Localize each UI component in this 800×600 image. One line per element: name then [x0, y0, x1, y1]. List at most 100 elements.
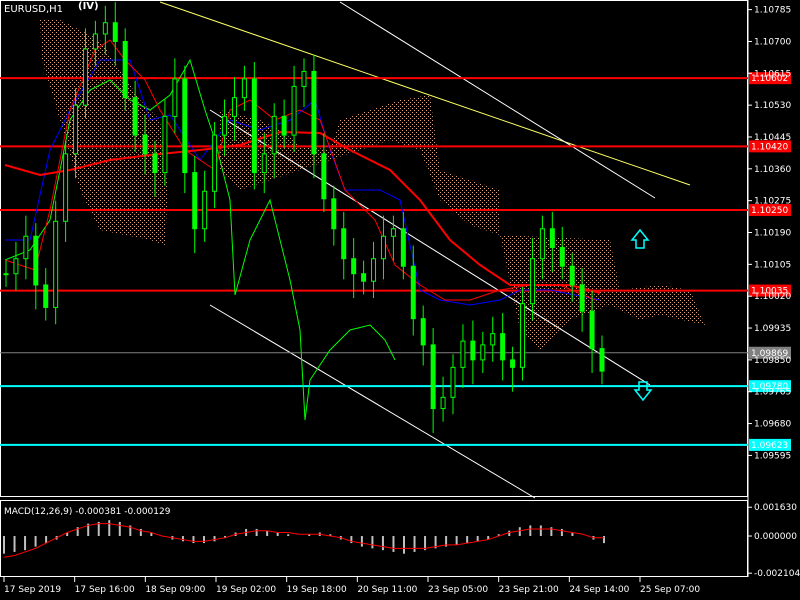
- time-tick-label: 23 Sep 05:00: [428, 585, 488, 595]
- candle-body: [410, 265, 416, 320]
- candle-body: [371, 258, 377, 282]
- candle-body: [490, 333, 496, 346]
- channel-line-lower: [209, 304, 536, 499]
- price-tick-label: 1.09935: [754, 324, 791, 334]
- candle-body: [440, 396, 446, 410]
- candle-body: [162, 115, 168, 174]
- candle-body: [450, 366, 456, 398]
- candle-body: [380, 235, 386, 260]
- candle-body: [301, 70, 307, 87]
- candle-body: [132, 97, 138, 136]
- time-axis: 17 Sep 2019 17 Sep 16:00 18 Sep 09:00 19 Se…: [3, 577, 700, 595]
- candle-body: [142, 134, 148, 155]
- price-tick-label: 1.10105: [754, 260, 791, 270]
- price-tick-label: 1.10700: [754, 37, 791, 47]
- candle-body: [82, 48, 88, 106]
- candle-body: [63, 153, 69, 222]
- price-tick-label: 1.10445: [754, 133, 791, 143]
- time-tick-label: 17 Sep 16:00: [75, 585, 135, 595]
- candle-body: [182, 78, 188, 174]
- buy-arrow-icon: [630, 228, 650, 249]
- candle-body: [3, 273, 9, 276]
- candle-body: [500, 333, 506, 361]
- candle-body: [559, 246, 565, 267]
- price-tick-label: 1.10615: [754, 69, 791, 79]
- candle-body: [251, 78, 257, 174]
- candle-body: [520, 303, 526, 368]
- candle-body: [390, 228, 396, 237]
- candle-body: [202, 190, 208, 230]
- candle-body: [73, 104, 79, 155]
- symbol-title: EURUSD,H1: [4, 4, 63, 15]
- candle-body: [281, 115, 287, 136]
- candle-body: [261, 153, 267, 174]
- price-tick-label: 1.09765: [754, 388, 791, 398]
- chart-window: 1.10602 1.10420 1.10250 1.10035 1.09869 1.097…: [0, 0, 800, 600]
- time-tick-label: 19 Sep 18:00: [287, 585, 347, 595]
- price-tick-label: 1.09680: [754, 420, 791, 430]
- price-tick-label: 1.09850: [754, 356, 791, 366]
- candle-body: [122, 40, 128, 99]
- candle-body: [23, 235, 29, 260]
- time-tick-label: 24 Sep 14:00: [569, 585, 629, 595]
- time-tick-label: 20 Sep 11:00: [357, 585, 417, 595]
- price-tick-label: 1.09595: [754, 451, 791, 461]
- price-level-label: 1.09623: [751, 441, 788, 451]
- candle-body: [43, 284, 49, 308]
- time-tick-label: 19 Sep 02:00: [216, 585, 276, 595]
- candle-body: [271, 115, 277, 155]
- candle-body: [529, 258, 535, 305]
- candle-body: [222, 115, 228, 136]
- candle-body: [341, 228, 347, 260]
- time-tick-label: 25 Sep 07:00: [640, 585, 700, 595]
- macd-tick-label: -0.002104: [754, 569, 800, 579]
- candle-body: [599, 348, 605, 372]
- price-tick-label: 1.10785: [754, 6, 791, 16]
- candle-body: [510, 359, 516, 368]
- candle-body: [33, 235, 39, 286]
- macd-tick-label: 0.001630: [754, 503, 797, 513]
- price-tick-label: 1.10530: [754, 101, 791, 111]
- time-tick-label: 17 Sep 2019: [4, 585, 61, 595]
- macd-signal-line: [3, 523, 604, 558]
- price-axis: 1.10785 1.10700 1.10615 1.10530 1.10445 1.103…: [748, 6, 791, 461]
- candle-body: [400, 228, 406, 267]
- price-tick-label: 1.10360: [754, 165, 791, 175]
- candle-body: [241, 78, 247, 99]
- badge-label: (IV): [78, 1, 99, 12]
- candle-body: [13, 258, 19, 275]
- candle-body: [152, 153, 158, 174]
- candle-body: [321, 153, 327, 200]
- candle-body: [53, 220, 59, 308]
- candle-body: [420, 318, 426, 346]
- candle-body: [549, 228, 555, 248]
- candle-body: [480, 344, 486, 361]
- candle-body: [172, 78, 178, 117]
- candle-body: [331, 198, 337, 230]
- price-tick-label: 1.10275: [754, 197, 791, 207]
- price-chart[interactable]: 1.106021.104201.102501.100351.098691.097…: [0, 0, 800, 600]
- time-tick-label: 23 Sep 21:00: [499, 585, 559, 595]
- price-level-label: 1.10420: [751, 142, 788, 152]
- candle-body: [92, 33, 98, 50]
- candle-body: [460, 340, 466, 368]
- candle-body: [361, 273, 367, 282]
- time-tick-label: 18 Sep 09:00: [145, 585, 205, 595]
- candle-body: [231, 97, 237, 117]
- candle-body: [430, 344, 436, 410]
- price-tick-label: 1.10020: [754, 292, 791, 302]
- candle-body: [291, 85, 297, 136]
- macd-title: MACD(12,26,9) -0.000381 -0.000129: [4, 507, 171, 517]
- candle-body: [112, 22, 118, 42]
- candle-body: [579, 284, 585, 312]
- price-tick-label: 1.10190: [754, 229, 791, 239]
- candle-body: [589, 310, 595, 350]
- candle-body: [569, 265, 575, 286]
- candle-body: [102, 22, 108, 35]
- candle-body: [311, 70, 317, 155]
- candle-body: [351, 258, 357, 275]
- candle-body: [192, 172, 198, 230]
- candle-body: [539, 228, 545, 260]
- candle-body: [212, 134, 218, 192]
- price-level-label: 1.10250: [751, 206, 788, 216]
